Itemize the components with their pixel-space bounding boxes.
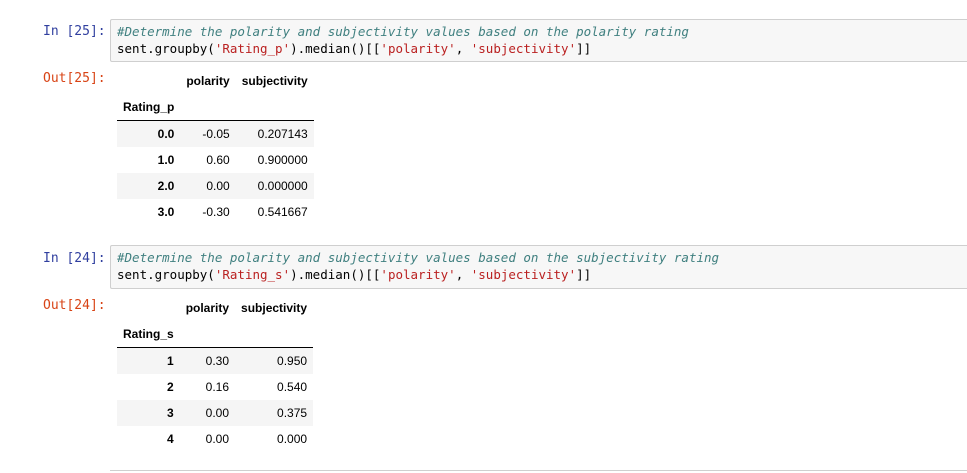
index-name: Rating_s [117,321,180,348]
table-row: 0.0 -0.05 0.207143 [117,120,314,147]
cell-subjectivity: 0.207143 [257,127,308,141]
row-index: 2 [167,380,174,394]
table-row: 3 0.00 0.375 [117,400,314,426]
index-name-row: Rating_p [117,94,314,121]
index-name-row: Rating_s [117,321,314,348]
output-prompt: Out[25]: [43,71,106,86]
row-index: 1 [167,354,174,368]
input-prompt: In [25]: [43,24,106,39]
next-cell-border [110,470,967,471]
column-header: subjectivity [241,301,308,315]
code-token: , [455,267,471,282]
code-token: , [455,41,471,56]
code-string: 'subjectivity' [470,267,577,282]
column-header-row: polarity subjectivity [117,295,313,321]
cell-polarity: -0.30 [202,205,230,219]
cell-subjectivity: 0.375 [277,406,308,420]
cell-subjectivity: 0.900000 [257,153,308,167]
code-token: ]] [576,267,592,282]
cell-subjectivity: 0.000 [277,432,308,446]
table-row: 1.0 0.60 0.900000 [117,147,314,173]
code-token: ).median()[[ [290,267,381,282]
cell-polarity: -0.05 [202,127,230,141]
cell-polarity: 0.16 [205,380,230,394]
dataframe-table: polarity subjectivity Rating_s 1 0.30 0.… [117,295,314,452]
column-header: polarity [185,301,230,315]
cell-subjectivity: 0.950 [277,354,308,368]
code-string: 'polarity' [380,41,456,56]
table-row: 3.0 -0.30 0.541667 [117,199,314,225]
code-comment: #Determine the polarity and subjectivity… [117,250,720,265]
row-index: 0.0 [157,127,175,141]
code-string: 'Rating_p' [214,41,291,56]
code-token: sent.groupby( [117,267,215,282]
cell-subjectivity: 0.540 [277,380,308,394]
table-row: 2.0 0.00 0.000000 [117,173,314,199]
cell-polarity: 0.00 [205,432,230,446]
code-comment: #Determine the polarity and subjectivity… [117,24,689,39]
column-header-row: polarity subjectivity [117,68,314,94]
blank-header-cell [179,321,236,348]
blank-header-cell [180,94,236,121]
table-row: 2 0.16 0.540 [117,374,313,400]
code-cell-editor[interactable]: #Determine the polarity and subjectivity… [110,19,967,62]
row-index: 3 [167,406,174,420]
row-index: 4 [167,432,174,446]
blank-header-cell [235,94,314,121]
input-prompt: In [24]: [43,251,106,266]
code-string: 'subjectivity' [470,41,577,56]
blank-header-cell [117,68,180,94]
cell-polarity: 0.00 [206,179,230,193]
table-row: 4 0.00 0.000 [117,426,313,452]
column-header: polarity [186,74,230,88]
column-header: subjectivity [241,74,308,88]
dataframe-table: polarity subjectivity Rating_p 0.0 -0.05… [117,68,314,225]
code-string: 'Rating_s' [214,267,291,282]
row-index: 3.0 [157,205,175,219]
blank-header-cell [235,321,314,348]
index-name: Rating_p [117,94,181,121]
row-index: 1.0 [157,153,175,167]
table-row: 1 0.30 0.950 [117,347,314,374]
cell-polarity: 0.60 [206,153,230,167]
cell-polarity: 0.00 [205,406,230,420]
cell-subjectivity: 0.000000 [257,179,308,193]
code-cell-editor[interactable]: #Determine the polarity and subjectivity… [110,245,967,289]
cell-polarity: 0.30 [205,354,230,368]
code-token: ]] [576,41,592,56]
row-index: 2.0 [157,179,175,193]
blank-header-cell [117,295,180,321]
code-string: 'polarity' [380,267,456,282]
code-token: sent.groupby( [117,41,215,56]
cell-subjectivity: 0.541667 [257,205,308,219]
output-prompt: Out[24]: [43,298,106,313]
code-token: ).median()[[ [290,41,381,56]
